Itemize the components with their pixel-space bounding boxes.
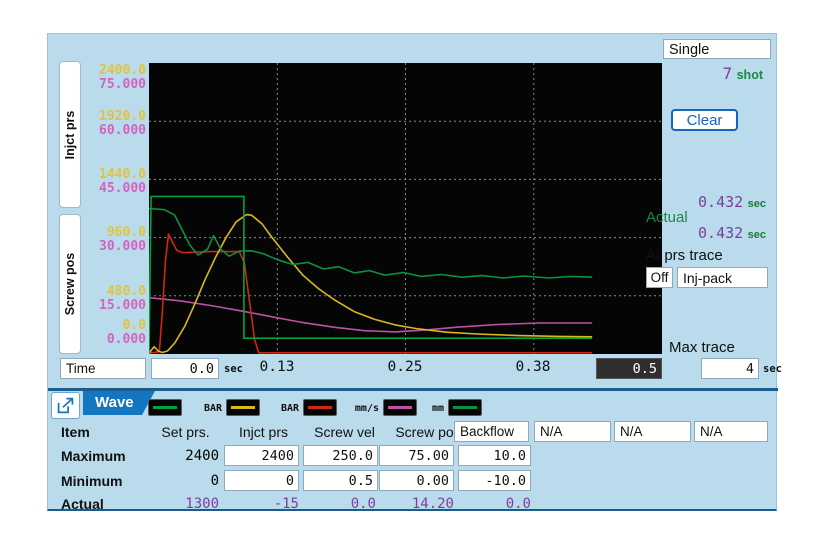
minimum-set-prs: 0 — [144, 473, 219, 489]
channel-select-na-1[interactable]: N/A — [534, 421, 611, 442]
time-axis-label[interactable]: Time — [60, 358, 146, 379]
minimum-row-label: Minimum — [61, 473, 122, 489]
waveform-svg — [149, 63, 662, 354]
x-tick: 0.38 — [503, 359, 563, 375]
maximum-screw-pos-input[interactable]: 75.00 — [379, 445, 454, 466]
actual-backflow: 0.0 — [456, 496, 531, 512]
curve-injct-prs — [149, 215, 592, 354]
actual-row-label: Actual — [61, 496, 104, 512]
legend-swatch-injct-prs — [226, 399, 260, 416]
elapsed-time-2: 0.432 sec — [646, 224, 766, 243]
legend-swatch-screw-pos — [383, 399, 417, 416]
time-start-input[interactable]: 0.0 — [151, 358, 219, 379]
ai-prs-off-button[interactable]: Off — [646, 267, 673, 288]
channel-select-na-3[interactable]: N/A — [694, 421, 768, 442]
minimum-injct-prs-input[interactable]: 0 — [224, 470, 299, 491]
minimum-screw-vel-input[interactable]: 0.5 — [303, 470, 378, 491]
y-tick-pair: 2400.075.000 — [68, 64, 146, 91]
x-tick: 0.25 — [375, 359, 435, 375]
waveform-curves — [149, 196, 592, 353]
y-tick-pair: 480.015.000 — [68, 285, 146, 312]
actual-set-prs: 1300 — [144, 496, 219, 512]
max-trace-unit: sec — [763, 363, 782, 375]
minimum-backflow-input[interactable]: -10.0 — [458, 470, 531, 491]
legend-swatch-set-prs — [148, 399, 182, 416]
x-tick: 0.13 — [247, 359, 307, 375]
shot-counter: 7 shot — [648, 64, 763, 84]
legend-swatch-screw-vel — [303, 399, 337, 416]
inj-pack-button[interactable]: Inj-pack — [677, 267, 768, 288]
curve-backflow — [149, 209, 592, 279]
shot-count-value: 7 — [723, 64, 733, 83]
y-tick-pair: 0.00.000 — [68, 319, 146, 346]
legend-swatch-backflow — [448, 399, 482, 416]
maximum-injct-prs-input[interactable]: 2400 — [224, 445, 299, 466]
ai-prs-trace-label: AI prs trace — [646, 247, 723, 264]
actual-screw-pos: 14.20 — [379, 496, 454, 512]
maximum-set-prs: 2400 — [144, 448, 219, 464]
actual-screw-vel: 0.0 — [301, 496, 376, 512]
monitor-panel: Injct prs Screw pos 2400.075.000 1920.06… — [47, 33, 777, 511]
legend-unit: mm/s — [349, 403, 379, 414]
y-tick-pair: 1920.060.000 — [68, 110, 146, 137]
curve-screw-pos — [149, 298, 592, 332]
item-row-label: Item — [61, 424, 90, 440]
actual-injct-prs: -15 — [224, 496, 299, 512]
channel-select-na-2[interactable]: N/A — [614, 421, 691, 442]
max-trace-label: Max trace — [669, 339, 735, 356]
time-start-unit: sec — [224, 363, 243, 375]
export-button[interactable] — [51, 392, 80, 419]
column-injct-prs: Injct prs — [226, 424, 301, 440]
waveform-chart — [149, 63, 662, 354]
shot-count-unit: shot — [737, 68, 763, 82]
time-end-field[interactable]: 0.5 — [596, 358, 662, 379]
legend-unit: BAR — [273, 403, 299, 414]
clear-button[interactable]: Clear — [671, 109, 738, 131]
channel-select-backflow[interactable]: Backflow — [454, 421, 529, 442]
curve-set-prs- — [149, 196, 592, 353]
maximum-screw-vel-input[interactable]: 250.0 — [303, 445, 378, 466]
column-screw-vel: Screw vel — [306, 424, 383, 440]
chart-gridlines — [149, 63, 662, 354]
y-tick-pair: 960.030.000 — [68, 226, 146, 253]
maximum-row-label: Maximum — [61, 448, 126, 464]
max-trace-input[interactable]: 4 — [701, 358, 759, 379]
section-divider — [48, 388, 778, 391]
maximum-backflow-input[interactable]: 10.0 — [458, 445, 531, 466]
y-tick-pair: 1440.045.000 — [68, 168, 146, 195]
legend-unit: mm — [424, 403, 444, 414]
export-icon — [55, 396, 76, 415]
mode-select[interactable]: Single — [663, 39, 771, 59]
column-set-prs: Set prs. — [148, 424, 223, 440]
tab-wave[interactable]: Wave — [83, 391, 155, 415]
legend-unit: BAR — [196, 403, 222, 414]
minimum-screw-pos-input[interactable]: 0.00 — [379, 470, 454, 491]
